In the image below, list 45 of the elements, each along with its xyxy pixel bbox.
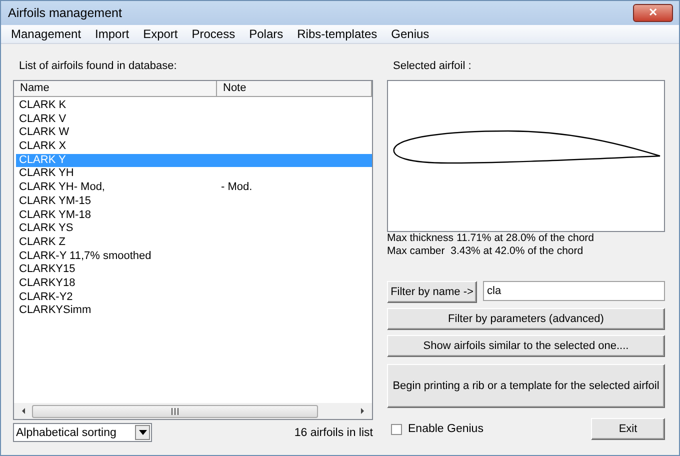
list-row[interactable]: CLARK-Y2 <box>16 290 372 304</box>
checkbox-label: Enable Genius <box>408 423 484 435</box>
list-row[interactable]: CLARKYSimm <box>16 304 372 318</box>
list-row[interactable]: CLARK YH <box>16 167 372 182</box>
scrollbar-thumb[interactable] <box>32 404 318 418</box>
menu-item[interactable]: Management <box>11 27 82 41</box>
list-row[interactable]: CLARKY15 <box>16 263 372 277</box>
list-row[interactable]: CLARK YM-15 <box>16 194 372 208</box>
scroll-left-icon[interactable] <box>20 407 28 415</box>
caret-icon <box>138 430 146 435</box>
camber-info: Max camber 3.43% at 42.0% of the chord <box>387 245 584 258</box>
airfoil-count: 16 airfoils in list <box>294 426 373 438</box>
thickness-info: Max thickness 11.71% at 28.0% of the chord <box>387 232 596 245</box>
filter-parameters-button[interactable]: Filter by parameters (advanced) <box>387 308 665 330</box>
print-rib-button[interactable]: Begin printing a rib or a template for the selected airfoil <box>387 364 665 408</box>
menu-item[interactable]: Import <box>95 27 130 41</box>
menu-item[interactable]: Genius <box>391 27 430 41</box>
scroll-right-icon[interactable] <box>358 407 366 415</box>
list-label: List of airfoils found in database: <box>19 60 178 74</box>
list-row[interactable]: CLARK V <box>16 112 372 126</box>
genius-checkbox[interactable] <box>391 424 402 434</box>
menu-item[interactable]: Ribs-templates <box>297 27 378 41</box>
horizontal-scrollbar[interactable] <box>14 403 372 419</box>
list-row[interactable]: CLARK-Y 11,7% smoothed <box>16 250 372 264</box>
list-row[interactable]: CLARK YM-18 <box>16 208 372 222</box>
menu-item[interactable]: Export <box>143 27 178 41</box>
window-title: Airfoils management <box>8 6 122 20</box>
sorting-dropdown[interactable]: Alphabetical sorting <box>13 423 152 442</box>
preview-label: Selected airfoil : <box>393 60 472 74</box>
menu-item[interactable]: Process <box>192 27 236 41</box>
similar-airfoils-button[interactable]: Show airfoils similar to the selected one.... <box>387 335 665 357</box>
filter-by-name-button[interactable]: Filter by name -> <box>387 281 477 303</box>
column-header[interactable]: Name <box>14 81 217 96</box>
exit-button[interactable]: Exit <box>591 418 665 440</box>
menu-item[interactable]: Polars <box>249 27 284 41</box>
grip-icon <box>171 408 179 414</box>
list-row[interactable]: CLARK YS <box>16 222 372 236</box>
list-row[interactable]: CLARK YH- Mod, - Mod. <box>16 181 372 195</box>
column-header[interactable]: Note <box>217 81 372 96</box>
list-row[interactable]: CLARKY18 <box>16 276 372 291</box>
filter-input-field[interactable]: cla <box>483 281 665 301</box>
list-row[interactable]: CLARK X <box>16 140 372 154</box>
list-row[interactable]: CLARK W <box>16 126 372 140</box>
list-row[interactable]: CLARK K <box>16 99 372 113</box>
list-row[interactable]: CLARK Z <box>16 236 372 250</box>
